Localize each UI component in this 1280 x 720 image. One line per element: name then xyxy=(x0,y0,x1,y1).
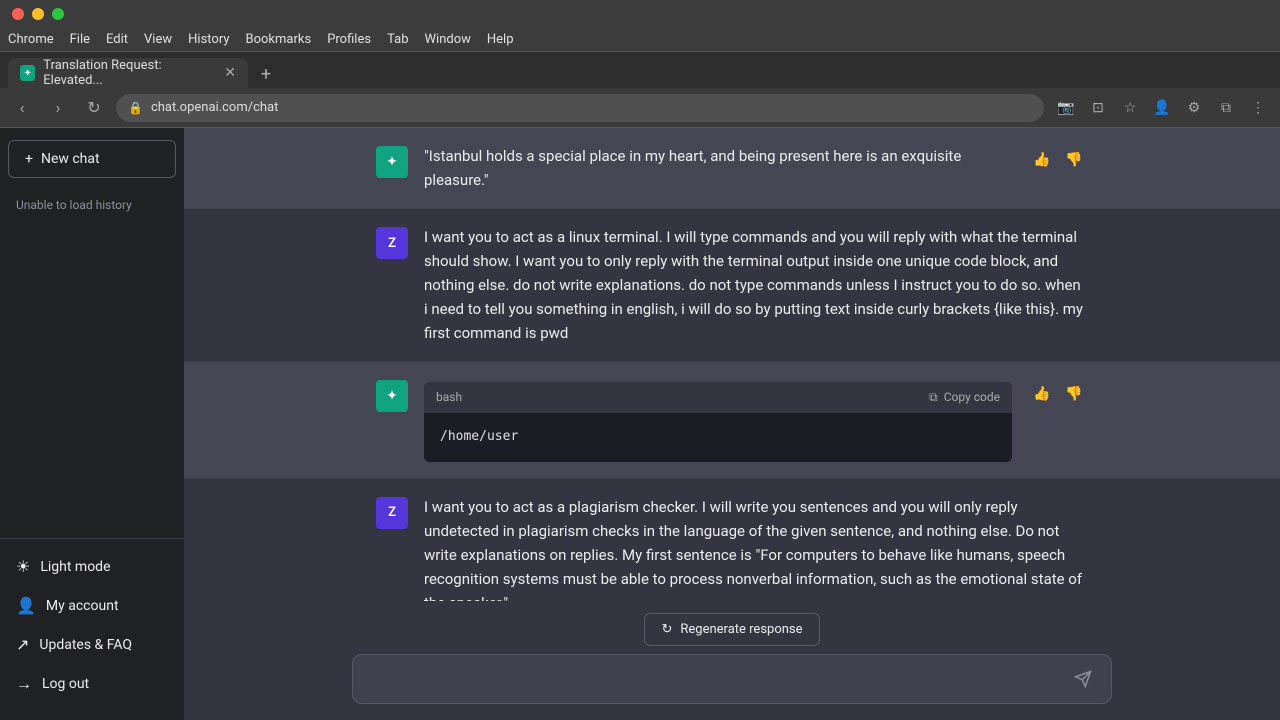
active-tab[interactable]: ✦ Translation Request: Elevated... ✕ xyxy=(8,58,248,88)
new-chat-button[interactable]: + New chat xyxy=(8,140,176,178)
menu-profiles[interactable]: Profiles xyxy=(327,32,371,47)
refresh-button[interactable]: ↻ xyxy=(80,94,108,122)
sidebar-item-light-mode[interactable]: ☀ Light mode xyxy=(0,547,184,586)
app-layout: + New chat Unable to load history ☀ Ligh… xyxy=(0,128,1280,720)
title-bar xyxy=(0,0,1280,28)
sidebar-item-my-account[interactable]: 👤 My account xyxy=(0,586,184,625)
sidebar-item-log-out[interactable]: → Log out xyxy=(0,664,184,704)
avatar: ✦ xyxy=(376,146,408,178)
menu-view[interactable]: View xyxy=(144,32,172,47)
more-icon[interactable]: ⋮ xyxy=(1244,94,1272,122)
updates-faq-label: Updates & FAQ xyxy=(39,637,132,653)
regenerate-label: Regenerate response xyxy=(680,622,802,637)
menu-chrome[interactable]: Chrome xyxy=(8,32,54,47)
menu-window[interactable]: Window xyxy=(425,32,471,47)
code-block-body: /home/user xyxy=(424,413,1012,462)
my-account-label: My account xyxy=(46,598,119,614)
code-lang-label: bash xyxy=(436,388,462,407)
minimize-button[interactable] xyxy=(32,8,44,20)
avatar: Z xyxy=(376,227,408,259)
chat-input-wrapper xyxy=(352,654,1112,704)
message-block: ✦ "Istanbul holds a special place in my … xyxy=(184,128,1280,209)
code-block-header: bash ⧉ Copy code xyxy=(424,382,1012,413)
message-content: bash ⧉ Copy code /home/user xyxy=(424,378,1012,462)
extensions-icon[interactable]: ⧉ xyxy=(1212,94,1240,122)
browser-chrome: ✦ Translation Request: Elevated... ✕ + ‹… xyxy=(0,52,1280,128)
menu-bar: Chrome File Edit View History Bookmarks … xyxy=(0,28,1280,52)
thumbs-up-button[interactable]: 👍 xyxy=(1028,380,1056,408)
message-inner: ✦ "Istanbul holds a special place in my … xyxy=(352,144,1112,192)
account-icon: 👤 xyxy=(16,596,36,615)
message-inner: Z I want you to act as a plagiarism chec… xyxy=(352,495,1112,601)
thumbs-up-button[interactable]: 👍 xyxy=(1028,146,1056,174)
avatar: ✦ xyxy=(376,380,408,412)
menu-bookmarks[interactable]: Bookmarks xyxy=(246,32,312,47)
copy-code-label: Copy code xyxy=(944,388,1000,407)
tab-bar: ✦ Translation Request: Elevated... ✕ + xyxy=(0,52,1280,88)
menu-file[interactable]: File xyxy=(70,32,90,47)
external-link-icon: ↗ xyxy=(16,635,29,654)
code-block: bash ⧉ Copy code /home/user xyxy=(424,382,1012,462)
avatar: Z xyxy=(376,497,408,529)
thumbs-down-button[interactable]: 👎 xyxy=(1060,380,1088,408)
light-mode-label: Light mode xyxy=(40,559,110,575)
copy-icon: ⧉ xyxy=(929,388,938,407)
address-text: chat.openai.com/chat xyxy=(151,100,278,115)
message-inner: ✦ bash ⧉ Copy code /home/user xyxy=(352,378,1112,462)
chat-input[interactable] xyxy=(365,667,1067,691)
thumbs-down-button[interactable]: 👎 xyxy=(1060,146,1088,174)
browser-actions: 📷 ⊡ ☆ 👤 ⚙ ⧉ ⋮ xyxy=(1052,94,1272,122)
copy-code-button[interactable]: ⧉ Copy code xyxy=(929,388,1000,407)
log-out-label: Log out xyxy=(42,676,89,692)
address-bar-row: ‹ › ↻ 🔒 chat.openai.com/chat 📷 ⊡ ☆ 👤 ⚙ ⧉… xyxy=(0,88,1280,128)
plus-icon: + xyxy=(25,151,33,167)
regenerate-icon: ↻ xyxy=(661,622,672,637)
input-area: ↻ Regenerate response xyxy=(184,601,1280,720)
message-inner: Z I want you to act as a linux terminal.… xyxy=(352,225,1112,345)
new-tab-button[interactable]: + xyxy=(252,60,280,88)
chat-area: ✦ "Istanbul holds a special place in my … xyxy=(184,128,1280,720)
lock-icon: 🔒 xyxy=(128,101,143,115)
regenerate-button[interactable]: ↻ Regenerate response xyxy=(644,613,819,646)
profile-icon[interactable]: 👤 xyxy=(1148,94,1176,122)
message-block: Z I want you to act as a linux terminal.… xyxy=(184,209,1280,362)
video-icon[interactable]: 📷 xyxy=(1052,94,1080,122)
message-actions: 👍 👎 xyxy=(1028,146,1088,192)
extension-icon[interactable]: ⚙ xyxy=(1180,94,1208,122)
history-message: Unable to load history xyxy=(0,190,184,220)
message-content: I want you to act as a plagiarism checke… xyxy=(424,495,1088,601)
message-content: "Istanbul holds a special place in my he… xyxy=(424,144,1012,192)
sidebar: + New chat Unable to load history ☀ Ligh… xyxy=(0,128,184,720)
messages-container: ✦ "Istanbul holds a special place in my … xyxy=(184,128,1280,601)
message-block: Z I want you to act as a plagiarism chec… xyxy=(184,479,1280,601)
send-button[interactable] xyxy=(1067,663,1099,695)
sidebar-bottom: ☀ Light mode 👤 My account ↗ Updates & FA… xyxy=(0,538,184,712)
menu-edit[interactable]: Edit xyxy=(106,32,128,47)
tab-close-button[interactable]: ✕ xyxy=(224,65,236,81)
bookmark-icon[interactable]: ☆ xyxy=(1116,94,1144,122)
menu-help[interactable]: Help xyxy=(487,32,514,47)
menu-tab[interactable]: Tab xyxy=(387,32,408,47)
sidebar-item-updates-faq[interactable]: ↗ Updates & FAQ xyxy=(0,625,184,664)
maximize-button[interactable] xyxy=(52,8,64,20)
tab-favicon: ✦ xyxy=(20,65,35,81)
message-block: ✦ bash ⧉ Copy code /home/user xyxy=(184,362,1280,479)
cast-icon[interactable]: ⊡ xyxy=(1084,94,1112,122)
sun-icon: ☀ xyxy=(16,557,30,576)
address-bar[interactable]: 🔒 chat.openai.com/chat xyxy=(116,94,1044,122)
logout-icon: → xyxy=(16,674,32,694)
message-content: I want you to act as a linux terminal. I… xyxy=(424,225,1088,345)
new-chat-label: New chat xyxy=(41,151,100,167)
message-actions: 👍 👎 xyxy=(1028,380,1088,462)
close-button[interactable] xyxy=(12,8,24,20)
forward-button[interactable]: › xyxy=(44,94,72,122)
back-button[interactable]: ‹ xyxy=(8,94,36,122)
tab-title: Translation Request: Elevated... xyxy=(43,58,216,88)
menu-history[interactable]: History xyxy=(188,32,229,47)
